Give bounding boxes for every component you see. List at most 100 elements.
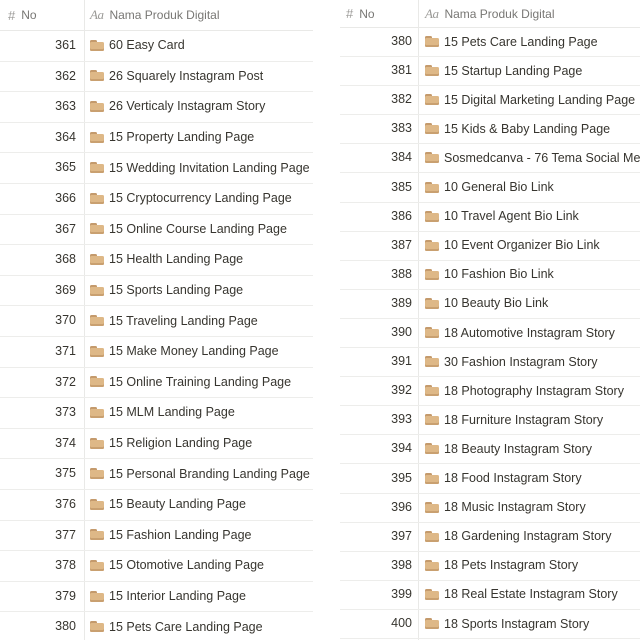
table-row[interactable]: 362 26 Squarely Instagram Post (0, 61, 313, 93)
table-row[interactable]: 372 15 Online Training Landing Page (0, 367, 313, 399)
row-name-cell[interactable]: 18 Gardening Instagram Story (425, 522, 611, 551)
table-row[interactable]: 397 18 Gardening Instagram Story (340, 522, 640, 552)
row-name-cell[interactable]: 26 Squarely Instagram Post (90, 61, 263, 92)
table-row[interactable]: 379 15 Interior Landing Page (0, 581, 313, 613)
table-row[interactable]: 398 18 Pets Instagram Story (340, 551, 640, 581)
row-name-cell[interactable]: 30 Fashion Instagram Story (425, 347, 598, 376)
row-name-cell[interactable]: 15 Religion Landing Page (90, 428, 252, 459)
name-column-header[interactable]: Aa Nama Produk Digital (90, 0, 220, 30)
row-name-cell[interactable]: 18 Furniture Instagram Story (425, 405, 603, 434)
row-name-cell[interactable]: 15 Digital Marketing Landing Page (425, 85, 635, 114)
number-column-header[interactable]: # No (8, 0, 37, 30)
row-name-cell[interactable]: 10 Travel Agent Bio Link (425, 202, 579, 231)
row-name-cell[interactable]: 18 Automotive Instagram Story (425, 318, 615, 347)
row-name-cell[interactable]: 15 Personal Branding Landing Page (90, 458, 310, 489)
table-row[interactable]: 395 18 Food Instagram Story (340, 464, 640, 494)
folder-icon (90, 39, 104, 51)
number-column-header[interactable]: # No (346, 0, 375, 27)
table-row[interactable]: 361 60 Easy Card (0, 30, 313, 62)
row-name-cell[interactable]: 10 Beauty Bio Link (425, 289, 548, 318)
table-row[interactable]: 368 15 Health Landing Page (0, 244, 313, 276)
row-name-cell[interactable]: 18 Beauty Instagram Story (425, 434, 592, 463)
table-row[interactable]: 373 15 MLM Landing Page (0, 397, 313, 429)
row-name-cell[interactable]: 15 Wedding Invitation Landing Page (90, 152, 310, 183)
table-row[interactable]: 370 15 Traveling Landing Page (0, 305, 313, 337)
row-name-cell[interactable]: 15 Otomotive Landing Page (90, 550, 264, 581)
row-name: 15 Fashion Landing Page (109, 527, 252, 542)
table-row[interactable]: 393 18 Furniture Instagram Story (340, 405, 640, 436)
row-name-cell[interactable]: 18 Pets Instagram Story (425, 551, 578, 580)
folder-icon (425, 65, 439, 77)
row-name-cell[interactable]: 60 Easy Card (90, 30, 185, 61)
table-row[interactable]: 399 18 Real Estate Instagram Story (340, 580, 640, 610)
row-name-cell[interactable]: 18 Music Instagram Story (425, 493, 586, 522)
row-name-cell[interactable]: 15 Property Landing Page (90, 122, 254, 153)
row-name-cell[interactable]: 15 Cryptocurrency Landing Page (90, 183, 292, 214)
table-row[interactable]: 369 15 Sports Landing Page (0, 275, 313, 307)
folder-icon (425, 268, 439, 280)
table-row[interactable]: 378 15 Otomotive Landing Page (0, 550, 313, 582)
table-row[interactable]: 381 15 Startup Landing Page (340, 56, 640, 87)
row-name-cell[interactable]: 15 Fashion Landing Page (90, 520, 251, 551)
table-row[interactable]: 375 15 Personal Branding Landing Page (0, 458, 313, 490)
table-row[interactable]: 367 15 Online Course Landing Page (0, 214, 313, 246)
row-number: 398 (391, 557, 412, 572)
table-row[interactable]: 389 10 Beauty Bio Link (340, 289, 640, 319)
folder-icon (425, 36, 439, 48)
row-name-cell[interactable]: 15 Kids & Baby Landing Page (425, 114, 610, 143)
table-row[interactable]: 382 15 Digital Marketing Landing Page (340, 85, 640, 116)
table-row[interactable]: 388 10 Fashion Bio Link (340, 260, 640, 290)
row-name-cell[interactable]: 15 Pets Care Landing Page (90, 611, 263, 640)
table-row[interactable]: 377 15 Fashion Landing Page (0, 520, 313, 552)
left-table-header: # No Aa Nama Produk Digital (0, 0, 313, 31)
row-name-cell[interactable]: 15 Online Training Landing Page (90, 367, 291, 398)
row-name: 15 Make Money Landing Page (109, 344, 279, 359)
table-row[interactable]: 366 15 Cryptocurrency Landing Page (0, 183, 313, 215)
row-name-cell[interactable]: 15 Make Money Landing Page (90, 336, 279, 367)
row-number: 361 (55, 38, 76, 52)
table-row[interactable]: 390 18 Automotive Instagram Story (340, 318, 640, 349)
table-row[interactable]: 380 15 Pets Care Landing Page (340, 27, 640, 58)
table-row[interactable]: 394 18 Beauty Instagram Story (340, 434, 640, 465)
table-row[interactable]: 383 15 Kids & Baby Landing Page (340, 114, 640, 145)
name-column-header[interactable]: Aa Nama Produk Digital (425, 0, 555, 27)
row-name-cell[interactable]: 15 Traveling Landing Page (90, 305, 258, 336)
row-name-cell[interactable]: 10 Event Organizer Bio Link (425, 231, 600, 260)
table-row[interactable]: 363 26 Verticaly Instagram Story (0, 91, 313, 123)
row-name-cell[interactable]: 18 Photography Instagram Story (425, 376, 624, 405)
table-row[interactable]: 365 15 Wedding Invitation Landing Page (0, 152, 313, 184)
row-number: 394 (391, 441, 412, 456)
folder-icon (425, 356, 439, 368)
row-name-cell[interactable]: 15 Sports Landing Page (90, 275, 243, 306)
table-row[interactable]: 391 30 Fashion Instagram Story (340, 347, 640, 378)
table-row[interactable]: 380 15 Pets Care Landing Page (0, 611, 313, 640)
table-row[interactable]: 392 18 Photography Instagram Story (340, 376, 640, 407)
row-name-cell[interactable]: 15 Beauty Landing Page (90, 489, 246, 520)
table-row[interactable]: 400 18 Sports Instagram Story (340, 609, 640, 640)
table-row[interactable]: 376 15 Beauty Landing Page (0, 489, 313, 521)
row-name: 18 Pets Instagram Story (444, 558, 579, 573)
table-row[interactable]: 386 10 Travel Agent Bio Link (340, 202, 640, 232)
table-row[interactable]: 371 15 Make Money Landing Page (0, 336, 313, 368)
table-row[interactable]: 384 Sosmedcanva - 76 Tema Social Media (340, 143, 640, 174)
table-row[interactable]: 364 15 Property Landing Page (0, 122, 313, 154)
table-row[interactable]: 396 18 Music Instagram Story (340, 493, 640, 523)
row-name-cell[interactable]: Sosmedcanva - 76 Tema Social Media (425, 143, 640, 172)
table-row[interactable]: 385 10 General Bio Link (340, 173, 640, 203)
row-name-cell[interactable]: 18 Food Instagram Story (425, 464, 582, 493)
row-name-cell[interactable]: 10 Fashion Bio Link (425, 260, 554, 289)
folder-icon (90, 131, 104, 143)
row-name-cell[interactable]: 10 General Bio Link (425, 173, 554, 202)
row-name-cell[interactable]: 18 Real Estate Instagram Story (425, 580, 618, 609)
row-name-cell[interactable]: 15 Interior Landing Page (90, 581, 246, 612)
folder-icon (90, 253, 104, 265)
row-name-cell[interactable]: 15 MLM Landing Page (90, 397, 235, 428)
table-row[interactable]: 387 10 Event Organizer Bio Link (340, 231, 640, 261)
table-row[interactable]: 374 15 Religion Landing Page (0, 428, 313, 460)
row-name-cell[interactable]: 15 Pets Care Landing Page (425, 27, 598, 56)
row-name-cell[interactable]: 15 Startup Landing Page (425, 56, 582, 85)
row-name-cell[interactable]: 15 Online Course Landing Page (90, 214, 287, 245)
row-name-cell[interactable]: 15 Health Landing Page (90, 244, 243, 275)
row-name-cell[interactable]: 26 Verticaly Instagram Story (90, 91, 265, 122)
row-name-cell[interactable]: 18 Sports Instagram Story (425, 609, 589, 638)
